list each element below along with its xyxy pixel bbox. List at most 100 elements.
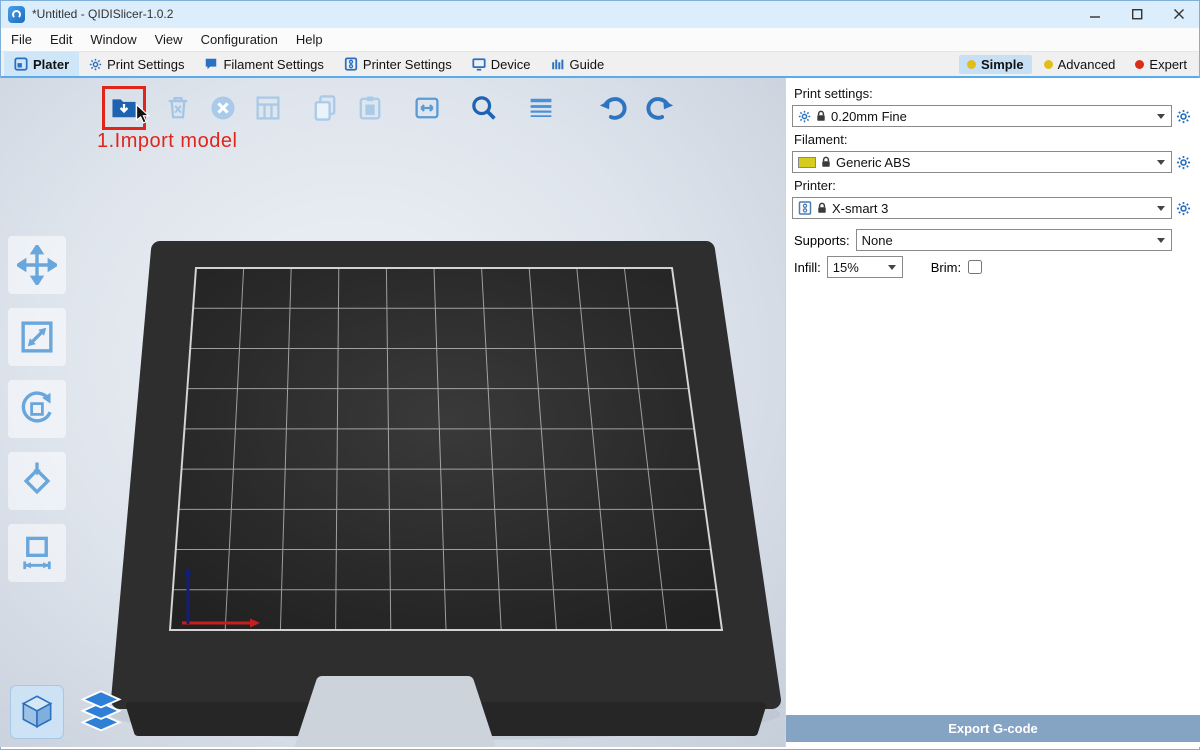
- brim-checkbox[interactable]: [968, 260, 982, 274]
- advanced-dot-icon: [1044, 60, 1053, 69]
- delete-button[interactable]: [160, 90, 196, 126]
- chevron-down-icon: [1157, 206, 1165, 211]
- tab-label: Filament Settings: [223, 57, 323, 72]
- device-icon: [472, 57, 486, 71]
- filament-icon: [204, 57, 218, 71]
- print-settings-value: 0.20mm Fine: [831, 109, 1152, 124]
- filament-dropdown[interactable]: Generic ABS: [792, 151, 1172, 173]
- infill-value: 15%: [833, 260, 883, 275]
- move-button[interactable]: [8, 236, 66, 294]
- trash-icon: [163, 93, 193, 123]
- maximize-button[interactable]: [1116, 0, 1158, 28]
- export-gcode-button[interactable]: Export G-code: [786, 715, 1200, 742]
- infill-dropdown[interactable]: 15%: [827, 256, 903, 278]
- print-settings-gear-button[interactable]: [1172, 109, 1194, 124]
- tab-label: Plater: [33, 57, 69, 72]
- gear-icon: [798, 110, 811, 123]
- place-on-face-button[interactable]: [8, 452, 66, 510]
- tab-label: Device: [491, 57, 531, 72]
- supports-label: Supports:: [794, 233, 850, 248]
- menu-file[interactable]: File: [2, 28, 41, 52]
- lock-icon: [817, 202, 827, 214]
- menu-help[interactable]: Help: [287, 28, 332, 52]
- search-button[interactable]: [466, 90, 502, 126]
- view-cube-icon: [16, 691, 58, 733]
- gear-icon: [89, 58, 102, 71]
- viewport-toolbar: [102, 86, 686, 130]
- app-window: *Untitled - QIDISlicer-1.0.2 File Edit W…: [0, 0, 1200, 750]
- mouse-cursor-icon: [136, 104, 150, 124]
- filament-label: Filament:: [794, 132, 1194, 147]
- tab-printer-settings[interactable]: Printer Settings: [334, 52, 462, 76]
- undo-icon: [598, 92, 630, 124]
- close-button[interactable]: [1158, 0, 1200, 28]
- circle-x-icon: [208, 93, 238, 123]
- supports-value: None: [862, 233, 1152, 248]
- tab-label: Guide: [570, 57, 605, 72]
- copy-button[interactable]: [307, 90, 343, 126]
- tab-bar: Plater Print Settings Filament Settings …: [0, 52, 1200, 78]
- mode-label: Advanced: [1058, 57, 1116, 72]
- printer-dropdown[interactable]: X-smart 3: [792, 197, 1172, 219]
- menu-view[interactable]: View: [146, 28, 192, 52]
- menu-bar: File Edit Window View Configuration Help: [0, 28, 1200, 52]
- tab-label: Printer Settings: [363, 57, 452, 72]
- redo-button[interactable]: [641, 90, 677, 126]
- measure-icon: [17, 533, 57, 573]
- printer-icon: [344, 57, 358, 71]
- arrange-grid-icon: [253, 93, 283, 123]
- minimize-button[interactable]: [1074, 0, 1116, 28]
- menu-configuration[interactable]: Configuration: [192, 28, 287, 52]
- rotate-button[interactable]: [8, 380, 66, 438]
- menu-window[interactable]: Window: [81, 28, 145, 52]
- tab-guide[interactable]: Guide: [541, 52, 615, 76]
- print-settings-label: Print settings:: [794, 86, 1194, 101]
- scale-icon: [17, 317, 57, 357]
- split-objects-button[interactable]: [409, 90, 445, 126]
- scale-button[interactable]: [8, 308, 66, 366]
- mode-switcher: Simple Advanced Expert: [959, 52, 1200, 76]
- brim-label: Brim:: [931, 260, 961, 275]
- simple-dot-icon: [967, 60, 976, 69]
- settings-panel: Print settings: 0.20mm Fine Filament: Ge…: [785, 78, 1200, 747]
- arrange-button[interactable]: [250, 90, 286, 126]
- variable-layer-height-button[interactable]: [523, 90, 559, 126]
- tab-print-settings[interactable]: Print Settings: [79, 52, 194, 76]
- printer-icon: [798, 201, 812, 215]
- measure-button[interactable]: [8, 524, 66, 582]
- tab-filament-settings[interactable]: Filament Settings: [194, 52, 333, 76]
- paste-button[interactable]: [352, 90, 388, 126]
- menu-edit[interactable]: Edit: [41, 28, 81, 52]
- chevron-down-icon: [1157, 160, 1165, 165]
- supports-dropdown[interactable]: None: [856, 229, 1172, 251]
- viewport-3d[interactable]: 1.Import model: [0, 78, 785, 747]
- printer-label: Printer:: [794, 178, 1194, 193]
- tab-plater[interactable]: Plater: [4, 52, 79, 76]
- tab-device[interactable]: Device: [462, 52, 541, 76]
- layers-stack-icon: [78, 689, 124, 735]
- undo-button[interactable]: [596, 90, 632, 126]
- mode-advanced[interactable]: Advanced: [1036, 55, 1124, 74]
- build-plate[interactable]: [0, 78, 785, 747]
- mode-simple[interactable]: Simple: [959, 55, 1032, 74]
- tab-label: Print Settings: [107, 57, 184, 72]
- gizmo-toolbar: [8, 236, 66, 582]
- infill-label: Infill:: [794, 260, 821, 275]
- mode-expert[interactable]: Expert: [1127, 55, 1195, 74]
- chevron-down-icon: [1157, 114, 1165, 119]
- printer-gear-button[interactable]: [1172, 201, 1194, 216]
- plater-icon: [14, 57, 28, 71]
- filament-color-swatch: [798, 157, 816, 168]
- layer-lines-icon: [526, 93, 556, 123]
- view-toolbar: [10, 685, 126, 739]
- move-icon: [17, 245, 57, 285]
- chevron-down-icon: [1157, 238, 1165, 243]
- view-3d-button[interactable]: [10, 685, 64, 739]
- filament-value: Generic ABS: [836, 155, 1152, 170]
- print-settings-dropdown[interactable]: 0.20mm Fine: [792, 105, 1172, 127]
- flatten-icon: [17, 461, 57, 501]
- guide-icon: [551, 57, 565, 71]
- filament-gear-button[interactable]: [1172, 155, 1194, 170]
- delete-all-button[interactable]: [205, 90, 241, 126]
- preview-layers-button[interactable]: [76, 685, 126, 739]
